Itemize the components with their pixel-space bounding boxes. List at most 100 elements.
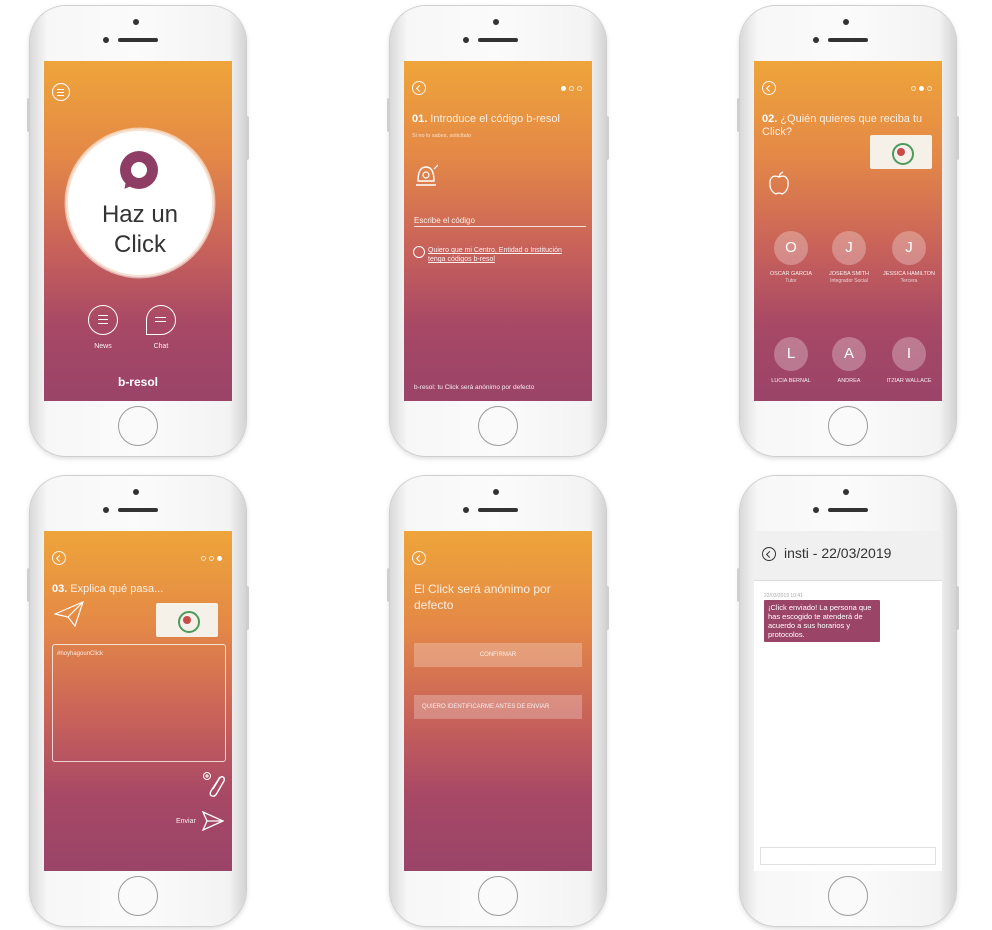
recipient-avatar[interactable]: J [892, 231, 926, 265]
institution-logo [156, 603, 218, 637]
step-heading: 01. Introduce el código b-resol [412, 113, 590, 126]
step-dot [911, 86, 916, 91]
menu-icon[interactable] [52, 83, 70, 101]
message-timestamp: 22/03/2019 10:41 [764, 593, 803, 599]
earpiece-speaker [118, 38, 158, 42]
send-label[interactable]: Enviar [176, 818, 196, 825]
recipient-name-text: JESSICA HAMILTON [882, 271, 936, 277]
phone-code: 01. Introduce el código b-resol Si no lo … [387, 6, 609, 456]
haz-click-button[interactable]: Haz un Click [68, 131, 212, 275]
step-dot [561, 86, 566, 91]
front-camera [493, 489, 499, 495]
recipient-avatar[interactable]: L [774, 337, 808, 371]
recipient-avatar[interactable]: J [832, 231, 866, 265]
earpiece-speaker [828, 508, 868, 512]
recipient-role: Tutor [785, 278, 797, 284]
recipient-screen: 02. ¿Quién quieres que reciba tu Click? O… [754, 61, 942, 401]
news-icon[interactable] [88, 305, 118, 335]
phone-confirm: El Click será anónimo por defecto CONFIR… [387, 476, 609, 926]
bell-icon [416, 164, 438, 186]
phone-home: Haz un Click News Chat b-resol [27, 6, 249, 456]
message-textarea[interactable]: #hoyhagounClick [52, 644, 226, 762]
recipient-name-text: JOSEBA SMITH [828, 271, 870, 277]
chat-input-field[interactable] [760, 847, 936, 865]
front-camera [133, 489, 139, 495]
recipient-role: Tercera [900, 278, 918, 284]
recipient-name: ITZIAR WALLACE [886, 378, 932, 384]
step-heading: 03. Explica qué pasa... [52, 583, 230, 596]
cta-line-1: Haz un [101, 201, 179, 228]
recipient-name: OSCAR GARCIA Tutor [761, 271, 821, 285]
step-dot [217, 556, 222, 561]
step-title: Explica qué pasa... [70, 583, 164, 595]
brand-logo: b-resol [117, 375, 158, 389]
paper-plane-icon [54, 601, 84, 627]
chat-icon[interactable] [146, 305, 176, 335]
step-indicator [561, 86, 582, 91]
recipient-name-text: OSCAR GARCIA [769, 271, 813, 277]
front-camera [493, 19, 499, 25]
back-icon[interactable] [762, 81, 776, 95]
home-button[interactable] [828, 876, 868, 916]
institution-logo [870, 135, 932, 169]
explain-screen: 03. Explica qué pasa... #hoyhagounClick E… [44, 531, 232, 871]
earpiece-speaker [478, 38, 518, 42]
sensor-dot [813, 37, 819, 43]
step-number: 02. [762, 113, 778, 125]
back-icon[interactable] [412, 81, 426, 95]
home-button[interactable] [118, 406, 158, 446]
code-input-field[interactable] [414, 226, 586, 227]
earpiece-speaker [478, 508, 518, 512]
code-input-label[interactable]: Escribe el código [414, 216, 475, 225]
step-number: 03. [52, 583, 68, 595]
recipient-avatar[interactable]: O [774, 231, 808, 265]
earpiece-speaker [828, 38, 868, 42]
send-icon[interactable] [202, 811, 224, 831]
back-icon[interactable] [412, 551, 426, 565]
step-dot [927, 86, 932, 91]
recipient-name: JESSICA HAMILTON Tercera [879, 271, 939, 285]
front-camera [843, 19, 849, 25]
recipient-avatar[interactable]: A [832, 337, 866, 371]
chat-label: Chat [153, 343, 169, 350]
request-codes-link[interactable]: Quiero que mi Centro, Entidad o Instituc… [428, 246, 580, 264]
chat-title: insti - 22/03/2019 [784, 545, 892, 561]
message-placeholder: #hoyhagounClick [57, 651, 104, 657]
home-button[interactable] [478, 406, 518, 446]
back-icon[interactable] [52, 551, 66, 565]
confirm-button[interactable]: CONFIRMAR [414, 643, 582, 667]
front-camera [133, 19, 139, 25]
step-indicator [201, 556, 222, 561]
step-dot [209, 556, 214, 561]
identify-button[interactable]: QUIERO IDENTIFICARME ANTES DE ENVIAR [414, 695, 582, 719]
chat-screen: insti - 22/03/2019 22/03/2019 10:41 ¡Cli… [754, 531, 942, 871]
award-icon [413, 246, 425, 258]
paperclip-icon[interactable] [202, 771, 226, 799]
home-button[interactable] [118, 876, 158, 916]
back-icon[interactable] [762, 547, 776, 561]
apple-icon [769, 171, 789, 195]
recipient-name: ANDREA [837, 378, 861, 384]
step-dot [569, 86, 574, 91]
step-number: 01. [412, 113, 428, 125]
cta-line-2: Click [114, 231, 166, 258]
home-screen: Haz un Click News Chat b-resol [44, 61, 232, 401]
news-label: News [94, 343, 112, 350]
home-button[interactable] [478, 876, 518, 916]
recipient-avatar[interactable]: I [892, 337, 926, 371]
phone-chat: insti - 22/03/2019 22/03/2019 10:41 ¡Cli… [737, 476, 959, 926]
step-indicator [911, 86, 932, 91]
sensor-dot [463, 37, 469, 43]
front-camera [843, 489, 849, 495]
recipient-role: Integrador Social [830, 278, 868, 284]
earpiece-speaker [118, 508, 158, 512]
anonymous-message: El Click será anónimo por defecto [414, 582, 551, 612]
recipient-name: LUCIA BERNAL [771, 378, 811, 384]
sensor-dot [463, 507, 469, 513]
hint-text: Si no lo sabes, solicítalo [412, 133, 472, 139]
step-dot [201, 556, 206, 561]
step-dot [577, 86, 582, 91]
step-title: Introduce el código b-resol [430, 113, 560, 125]
chat-bubble-logo-icon [120, 151, 158, 189]
home-button[interactable] [828, 406, 868, 446]
